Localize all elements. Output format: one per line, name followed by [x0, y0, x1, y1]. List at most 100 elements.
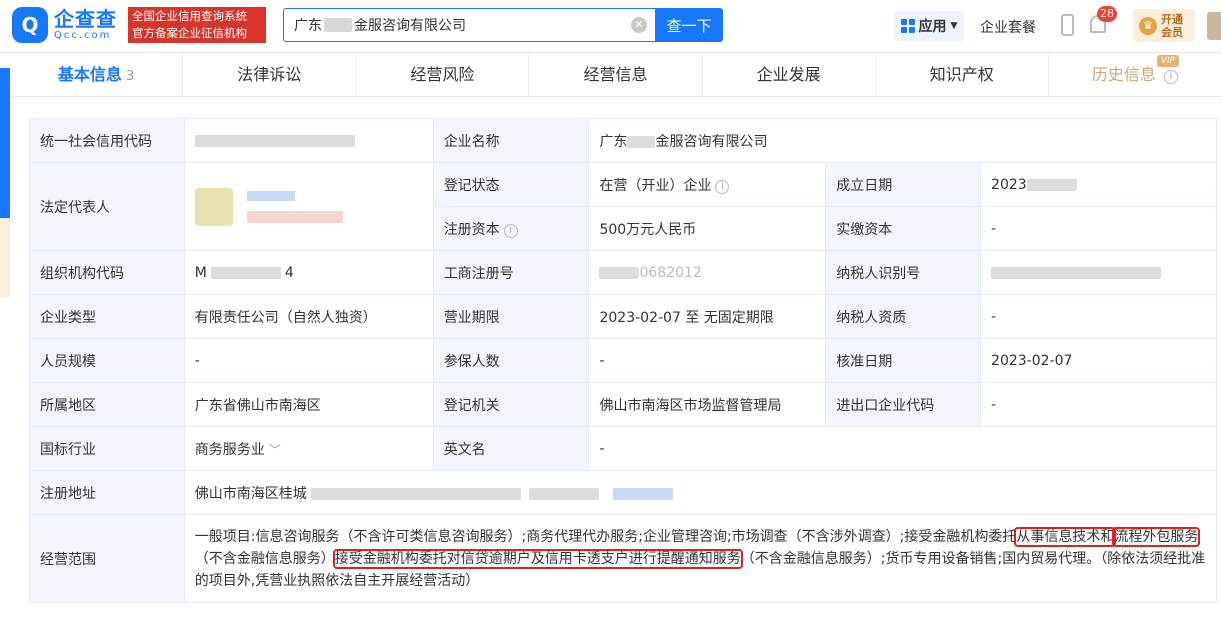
- table-row: 企业类型 有限责任公司（自然人独资） 营业期限 2023-02-07 至 无固定…: [29, 294, 1217, 339]
- slogan-badge: 全国企业信用查询系统 官方备案企业征信机构: [128, 7, 266, 43]
- table-row: 所属地区 广东省佛山市南海区 登记机关 佛山市南海区市场监督管理局 进出口企业代…: [29, 382, 1217, 427]
- staff-size-value: -: [183, 338, 434, 383]
- legal-rep-avatar: [194, 187, 233, 226]
- org-code-value[interactable]: M4: [183, 250, 434, 295]
- logo-name: 企查查: [54, 7, 117, 31]
- highlight-box: 流程外包服务: [1112, 526, 1201, 547]
- left-float-tab-blue[interactable]: [0, 68, 10, 218]
- taxpayer-qual-label: 纳税人资质: [825, 294, 982, 339]
- import-export-label: 进出口企业代码: [825, 382, 982, 427]
- redacted-text: [210, 266, 281, 279]
- map-link[interactable]: [612, 487, 673, 500]
- highlight-box: 接受金融机构委托对信贷逾期户及信用卡透支户进行提醒通知服务: [332, 548, 743, 569]
- business-info-table: 统一社会信用代码 企业名称 广东 金服咨询有限公司 法定代表人 登记状态 在营（开…: [29, 118, 1218, 603]
- region-value[interactable]: 广东省佛山市南海区: [183, 382, 434, 427]
- legal-rep-value[interactable]: [183, 162, 434, 251]
- credit-code-label: 统一社会信用代码: [29, 118, 185, 163]
- reg-authority-value: 佛山市南海区市场监督管理局: [588, 382, 827, 427]
- redacted-text: [991, 266, 1162, 279]
- industry-label: 国标行业: [29, 426, 185, 471]
- taxpayer-id-value[interactable]: [980, 250, 1217, 295]
- reg-address-label: 注册地址: [29, 470, 185, 515]
- redacted-text: [627, 135, 656, 148]
- tab-intellectual-property[interactable]: 知识产权: [876, 53, 1049, 96]
- founded-value: 2023: [980, 162, 1217, 207]
- left-float-nav: [0, 53, 10, 298]
- tab-history[interactable]: 历史信息 i VIP: [1049, 53, 1221, 96]
- region-label: 所属地区: [29, 382, 185, 427]
- company-type-label: 企业类型: [29, 294, 185, 339]
- logo-icon: Q: [12, 7, 48, 43]
- left-float-tab-gold[interactable]: [0, 218, 10, 298]
- paid-capital-label: 实缴资本: [825, 206, 982, 251]
- biz-scope-label: 经营范围: [29, 514, 185, 603]
- paid-capital-value: -: [980, 206, 1217, 251]
- mobile-phone-icon[interactable]: [1061, 14, 1074, 36]
- search-button[interactable]: 查一下: [655, 8, 723, 42]
- taxpayer-qual-value: -: [980, 294, 1217, 339]
- redacted-text: [1026, 178, 1077, 191]
- redacted-text: [194, 134, 355, 147]
- chevron-down-icon[interactable]: ﹀: [269, 443, 281, 457]
- reg-status-label: 登记状态: [432, 162, 590, 207]
- vip-badge: VIP: [1156, 55, 1180, 67]
- apps-menu-button[interactable]: 应用 ▼: [894, 11, 964, 41]
- legal-rep-label: 法定代表人: [29, 162, 185, 251]
- biz-term-label: 营业期限: [432, 294, 590, 339]
- insured-label: 参保人数: [432, 338, 590, 383]
- vip-crown-icon: ♛: [1139, 16, 1157, 35]
- company-type-value: 有限责任公司（自然人独资）: [183, 294, 434, 339]
- redacted-text: [247, 190, 344, 223]
- top-header: Q 企查查 Qcc.com 全国企业信用查询系统 官方备案企业征信机构 广东 金服…: [0, 0, 1221, 53]
- tab-basic-info[interactable]: 基本信息 3: [10, 53, 184, 96]
- founded-label: 成立日期: [825, 162, 982, 207]
- reg-capital-value: 500万元人民币: [588, 206, 827, 251]
- table-row: 注册地址 佛山市南海区桂城: [29, 470, 1218, 515]
- table-row: 人员规模 - 参保人数 - 核准日期 2023-02-07: [29, 338, 1217, 383]
- biz-term-value: 2023-02-07 至 无固定期限: [588, 294, 827, 339]
- info-icon[interactable]: i: [503, 223, 518, 238]
- import-export-value: -: [980, 382, 1217, 427]
- org-code-label: 组织机构代码: [29, 250, 185, 295]
- biz-reg-no-value[interactable]: 0682012: [588, 250, 827, 295]
- approval-date-value: 2023-02-07: [980, 338, 1217, 383]
- reg-address-value[interactable]: 佛山市南海区桂城: [183, 470, 1218, 515]
- credit-code-value[interactable]: [183, 118, 434, 163]
- user-avatar[interactable]: [1207, 12, 1221, 40]
- tab-business-risk[interactable]: 经营风险: [356, 53, 530, 96]
- reg-authority-label: 登记机关: [432, 382, 590, 427]
- company-name-label: 企业名称: [432, 118, 590, 163]
- biz-reg-no-label: 工商注册号: [432, 250, 590, 295]
- reg-status-value: 在营（开业）企业 i: [588, 162, 827, 207]
- english-name-value: -: [588, 426, 1217, 471]
- notification-count-badge: 28: [1097, 6, 1117, 22]
- staff-size-label: 人员规模: [29, 338, 185, 383]
- tab-legal-litigation[interactable]: 法律诉讼: [183, 53, 357, 96]
- logo-domain: Qcc.com: [54, 30, 112, 41]
- approval-date-label: 核准日期: [825, 338, 982, 383]
- table-row: 经营范围 一般项目:信息咨询服务（不含许可类信息咨询服务）;商务代理代办服务;企…: [29, 514, 1218, 603]
- tab-business-info[interactable]: 经营信息: [529, 53, 703, 96]
- table-row: 统一社会信用代码 企业名称 广东 金服咨询有限公司: [29, 118, 1217, 163]
- info-icon[interactable]: i: [1163, 70, 1178, 84]
- table-row: 国标行业 商务服务业 ﹀ 英文名 -: [29, 426, 1217, 471]
- company-name-value[interactable]: 广东 金服咨询有限公司: [588, 118, 1217, 163]
- english-name-label: 英文名: [432, 426, 590, 471]
- redacted-text: [528, 487, 599, 500]
- enterprise-suite-link[interactable]: 企业套餐: [980, 17, 1036, 37]
- tab-development[interactable]: 企业发展: [703, 53, 876, 96]
- redacted-text: [324, 18, 352, 32]
- insured-value: -: [588, 338, 827, 383]
- redacted-text: [310, 487, 521, 500]
- logo[interactable]: Q 企查查 Qcc.com: [12, 7, 117, 43]
- section-tab-bar: 基本信息 3 法律诉讼 经营风险 经营信息 企业发展 知识产权 历史信息 i VIP: [10, 53, 1221, 97]
- biz-scope-value: 一般项目:信息咨询服务（不含许可类信息咨询服务）;商务代理代办服务;企业管理咨询…: [183, 514, 1218, 603]
- table-row: 法定代表人 登记状态 在营（开业）企业 i 成立日期 2023: [29, 162, 1217, 251]
- info-icon[interactable]: i: [715, 179, 730, 194]
- apps-grid-icon: [900, 19, 915, 33]
- redacted-text: [599, 266, 640, 279]
- industry-value[interactable]: 商务服务业 ﹀: [183, 426, 434, 471]
- search-input[interactable]: 广东 金服咨询有限公司 ✕: [283, 8, 655, 42]
- clear-icon[interactable]: ✕: [631, 17, 647, 33]
- open-vip-button[interactable]: ♛ 开通 会员: [1133, 9, 1195, 42]
